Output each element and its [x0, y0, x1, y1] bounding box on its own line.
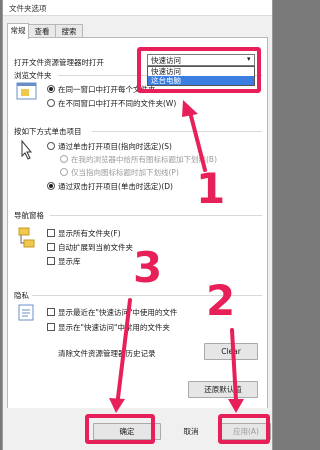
- annotation-arrows: [109, 100, 244, 413]
- annotation-number-3: 3: [133, 243, 163, 292]
- tab-general[interactable]: 常规: [7, 23, 29, 39]
- annotation-number-2: 2: [206, 276, 236, 325]
- annotation-number-1: 1: [196, 164, 226, 213]
